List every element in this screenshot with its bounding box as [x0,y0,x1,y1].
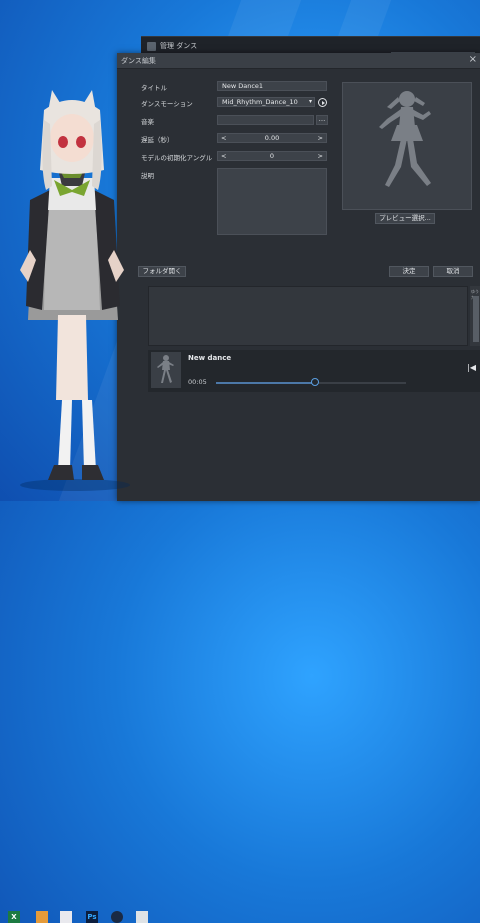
increment-icon[interactable]: > [318,152,323,160]
music-browse-button[interactable]: ... [316,115,328,125]
chevron-down-icon: ▾ [308,98,312,105]
preview-select-button[interactable]: プレビュー選択... [375,213,435,224]
progress-remaining [316,382,406,384]
character-model [20,90,130,491]
app-icon [147,41,156,51]
angle-stepper[interactable]: < 0 > [217,151,327,161]
excel-icon[interactable]: X [8,911,20,923]
preview-image [342,82,472,210]
background-window-title: 管理 ダンス [160,42,198,50]
music-input[interactable] [217,115,314,125]
cancel-button[interactable]: 取消 [433,266,473,277]
skip-back-icon[interactable]: |◀ [467,363,476,372]
angle-value: 0 [269,152,275,160]
player-bar: New dance 00:05 |◀ [148,350,480,392]
steam-icon[interactable] [111,911,123,923]
delay-value: 0.00 [264,134,280,142]
dance-motion-select[interactable]: Mid_Rhythm_Dance_10 ▾ [217,97,315,107]
taskbar: X Ps [0,453,480,923]
player-dance-name: New dance [188,354,232,362]
scrollbar[interactable] [473,296,479,342]
title-input[interactable]: New Dance1 [217,81,327,91]
dance-edit-dialog: ダンス編集 × タイトル New Dance1 ダンスモーション Mid_Rhy… [117,53,480,501]
dance-list[interactable] [148,286,468,346]
photoshop-icon[interactable]: Ps [86,911,98,923]
progress-slider-handle[interactable] [311,378,319,386]
progress-played [216,382,316,384]
image-app-icon[interactable] [136,911,148,923]
player-time: 00:05 [188,378,207,386]
folder-icon[interactable] [36,911,48,923]
dance-thumbnail [151,352,181,388]
play-motion-icon[interactable] [318,98,327,107]
app-icon[interactable] [60,911,72,923]
dialog-titlebar[interactable]: ダンス編集 × [117,53,480,69]
description-textarea[interactable] [217,168,327,235]
dance-thumbnail-silhouette [157,355,174,383]
angle-label: モデルの初期化アングル [141,154,213,162]
increment-icon[interactable]: > [318,134,323,142]
side-panel: ゆうた [470,286,480,346]
close-icon[interactable]: × [469,54,477,65]
dance-pose-silhouette [379,91,431,187]
delay-stepper[interactable]: < 0.00 > [217,133,327,143]
ok-button[interactable]: 決定 [389,266,429,277]
